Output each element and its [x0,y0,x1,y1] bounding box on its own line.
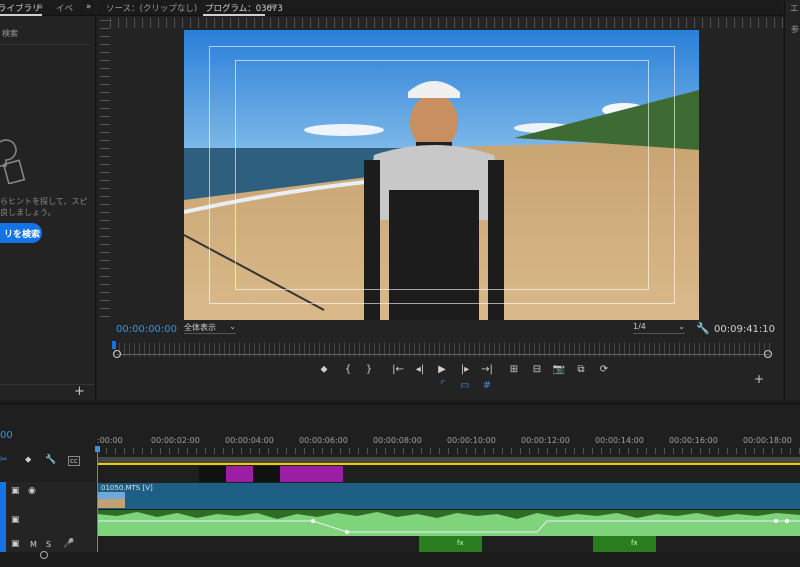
export-frame-button[interactable]: 📷 [552,364,566,375]
zoom-slider-handle[interactable] [40,551,48,559]
clip-thumbnail [98,492,125,508]
wrench-icon[interactable]: 🔧 [45,455,56,465]
add-icon[interactable]: + [74,384,85,399]
fx-badge: fx [457,539,464,547]
tab-events[interactable]: イベ [56,2,73,14]
timeline-scrollbar[interactable] [0,552,800,567]
zoom-level-select[interactable]: 全体表示 ⌄ [184,322,236,334]
zoom-bar[interactable] [117,354,769,355]
mark-in-button[interactable]: { [341,364,355,375]
ruler-label: 00:00:04:00 [225,436,274,445]
toggle-sync-lock-icon[interactable]: ▣ [11,486,20,496]
video-clip[interactable] [97,483,800,509]
marker-block [199,466,226,482]
title-safe-guide [235,60,649,290]
video-frame[interactable] [184,30,699,320]
marker-block [280,466,343,482]
loop-button[interactable]: ⟳ [597,364,611,375]
effects-panel: エ 参 [784,0,800,400]
microphone-icon[interactable]: 🎤 [63,539,74,549]
step-back-button[interactable]: ◂| [413,364,427,375]
timeline-timecode[interactable]: 00 [0,430,13,441]
duration-timecode: 00:09:41:10 [714,324,776,335]
hint-text-line2: 良しましょう。 [0,208,56,217]
add-button-icon[interactable]: + [754,372,764,386]
ruler-label: :00:00 [97,436,123,445]
zoom-handle-right[interactable] [764,350,772,358]
collapse-icon[interactable]: » [86,2,91,12]
solo-button[interactable]: S [46,540,51,549]
playhead-timecode[interactable]: 00:00:00:00 [116,324,177,335]
mute-button[interactable]: M [30,540,37,549]
audio-clip[interactable] [97,510,800,536]
captions-icon[interactable]: cc [68,456,80,466]
playback-resolution-select[interactable]: 1/4 ⌄ [633,322,685,334]
snap-icon[interactable]: ✂ [0,455,8,465]
tab-menu-icon[interactable]: ≡ [269,2,276,12]
go-to-out-button[interactable]: →| [480,364,494,375]
resolution-value: 1/4 [633,322,646,331]
hint-text-line1: らヒントを探して、スピ [0,197,88,206]
vertical-ruler [100,20,110,320]
video-clip-name: 01050.MTS [V] [101,484,153,492]
audio-clip-a2[interactable]: fx [419,536,482,552]
zoom-level-value: 全体表示 [184,323,216,332]
track-target-a1[interactable] [0,510,6,536]
playhead[interactable] [112,341,116,349]
active-tab-underline [203,14,265,16]
grid-icon[interactable]: # [480,380,494,391]
timeline-playhead-handle[interactable] [95,446,100,452]
chevron-down-icon: ⌄ [678,322,685,331]
ruler-label: 00:00:06:00 [299,436,348,445]
settings-wrench-icon[interactable]: 🔧 [696,322,710,335]
marker-icon[interactable]: ⬥ [25,455,31,465]
marker-button[interactable]: ⬥ [317,364,331,375]
ruler-label: 00:00:18:00 [743,436,792,445]
track-target-v1[interactable] [0,482,6,510]
fx-badge: fx [631,539,638,547]
toggle-sync-lock-icon[interactable]: ▣ [11,539,20,549]
track-target-a2[interactable] [0,536,6,552]
timeline-playhead-line[interactable] [97,446,98,556]
tab-library[interactable]: ライブラリ [0,2,41,14]
step-forward-button[interactable]: |▸ [458,364,472,375]
safe-margins-icon[interactable]: ⌜ [436,380,450,391]
zoom-handle-left[interactable] [113,350,121,358]
ruler-label: 00:00:10:00 [447,436,496,445]
ruler-label: 00:00:08:00 [373,436,422,445]
extract-button[interactable]: ⊟ [530,364,544,375]
audio-clip-a2[interactable]: fx [593,536,656,552]
search-label: 検索 [2,29,18,38]
marker-block [253,466,280,482]
lightbulb-icon [0,138,28,187]
divider [0,44,90,45]
tab-source[interactable]: ソース：(クリップなし) [106,2,197,14]
horizontal-ruler [110,18,786,28]
tab-effects[interactable]: エ [790,2,799,14]
chevron-down-icon: ⌄ [229,322,236,331]
search-button[interactable]: リを検索 [0,223,42,243]
mark-out-button[interactable]: } [362,364,376,375]
frame-icon[interactable]: ▭ [458,380,472,391]
ruler-label: 00:00:14:00 [595,436,644,445]
lift-button[interactable]: ⊞ [507,364,521,375]
render-status-bar [97,463,800,465]
ruler-label: 00:00:12:00 [521,436,570,445]
eye-icon[interactable]: ◉ [28,486,36,496]
marker-block [226,466,253,482]
ruler-ticks [97,448,800,454]
toggle-sync-lock-icon[interactable]: ▣ [11,515,20,525]
audio-waveform [97,510,800,534]
ruler-label: 00:00:16:00 [669,436,718,445]
ruler-label: 00:00:02:00 [151,436,200,445]
go-to-in-button[interactable]: |← [391,364,405,375]
monitor-tab-bar: ソース：(クリップなし) プログラム：03673 ≡ [97,0,783,16]
tab-menu-icon[interactable]: ≡ [36,2,43,12]
effects-sub-label: 参 [791,25,799,34]
play-button[interactable]: ▶ [435,364,449,375]
active-tab-underline [0,14,42,16]
comparison-view-button[interactable]: ⧉ [574,364,588,375]
